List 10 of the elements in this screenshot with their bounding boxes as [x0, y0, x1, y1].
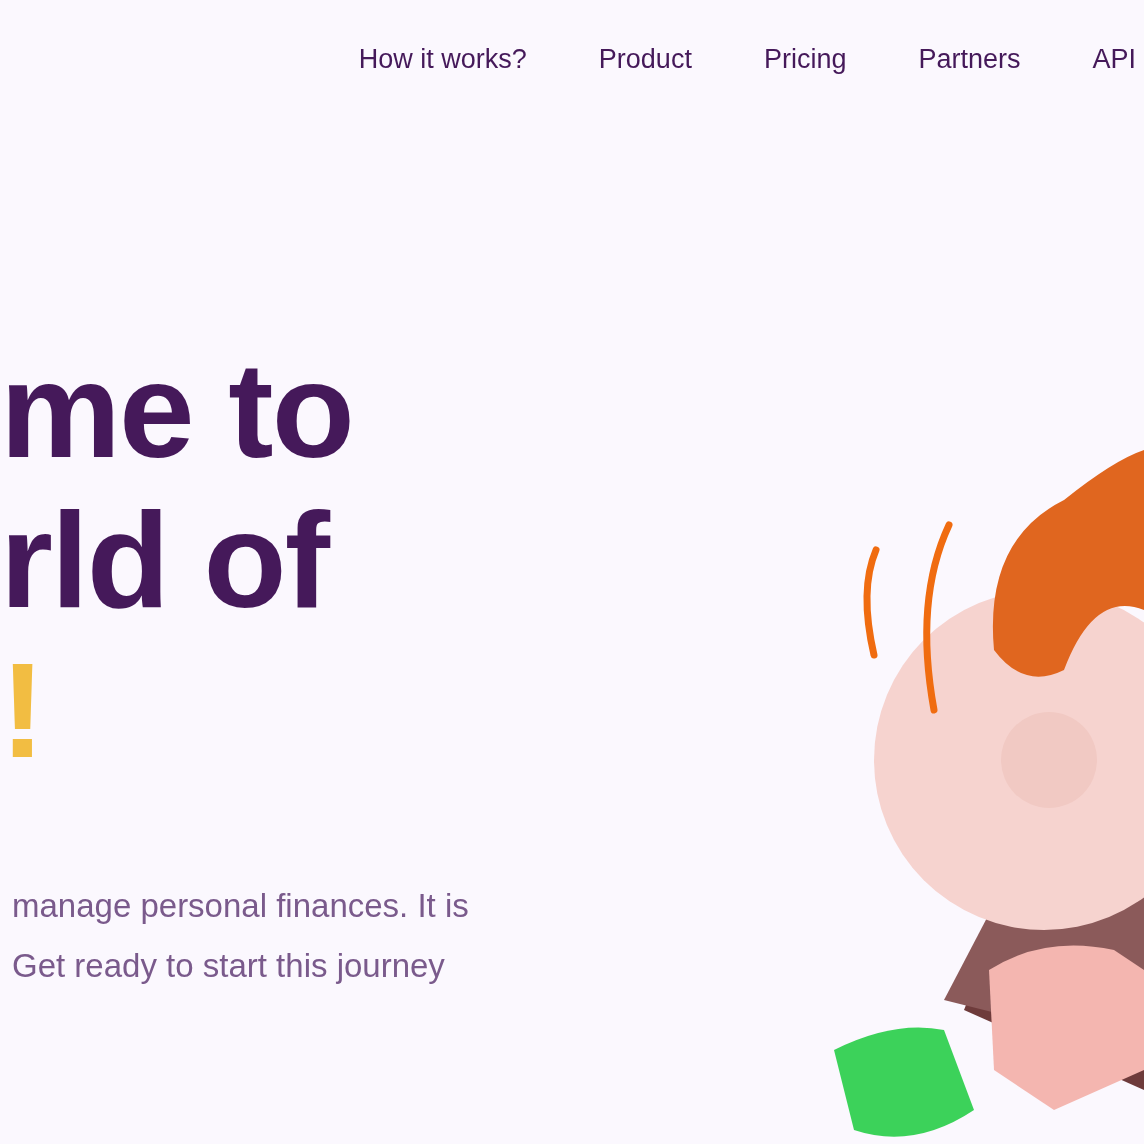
- nav-link[interactable]: Pricing: [763, 38, 847, 80]
- hero-headline: rld of: [0, 485, 331, 635]
- nav-link[interactable]: Product: [598, 38, 692, 80]
- hero-description: Get ready to start this journey: [12, 946, 446, 986]
- nav-link[interactable]: Partners: [918, 38, 1021, 80]
- hero-description: manage personal finances. It is: [12, 886, 470, 926]
- hero-headline-accent: !: [0, 635, 46, 785]
- hero-headline: me to: [0, 335, 354, 485]
- nav-link[interactable]: API: [1092, 38, 1136, 80]
- nav-link[interactable]: How it works?: [358, 38, 527, 80]
